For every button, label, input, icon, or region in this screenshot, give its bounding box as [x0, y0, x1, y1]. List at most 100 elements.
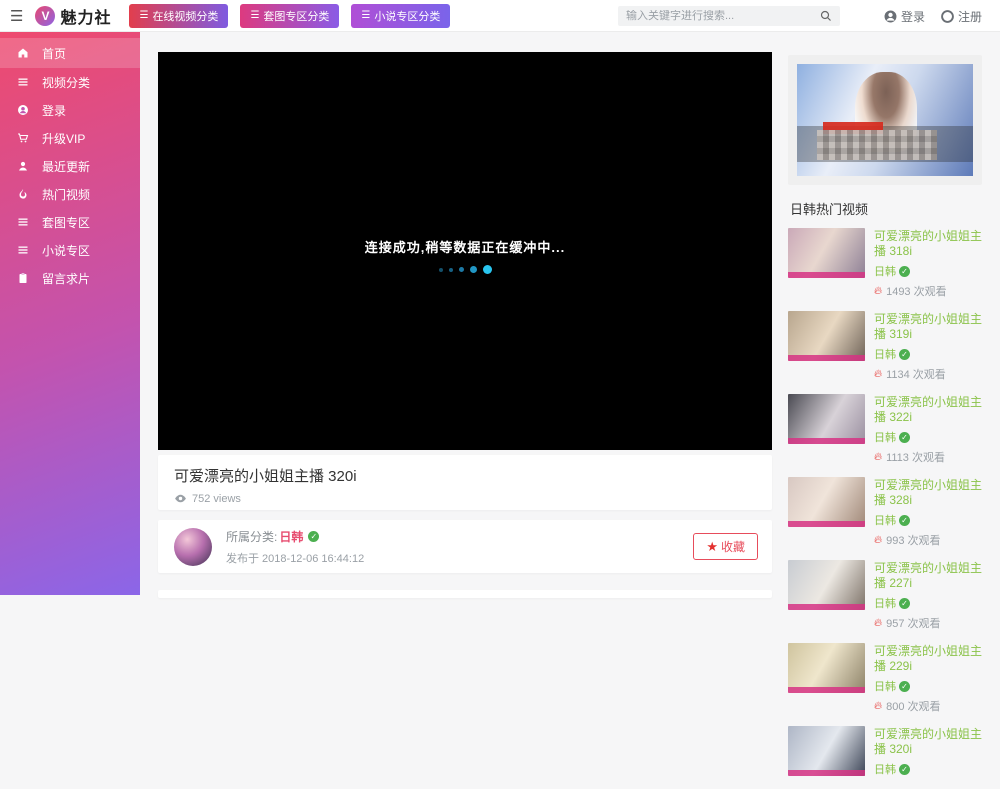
photo-zone-category-button[interactable]: ☰ 套图专区分类	[240, 4, 339, 28]
menu-icon: ☰	[250, 10, 259, 21]
right-sidebar: 日韩热门视频 可爱漂亮的小姐姐主播 318i 日韩✓ 🔥︎1493 次观看 可爱…	[788, 55, 982, 789]
sidebar-item-home[interactable]: 首页	[0, 38, 140, 68]
cart-icon	[16, 131, 30, 145]
hot-video-title[interactable]: 可爱漂亮的小姐姐主播 328i	[874, 478, 982, 508]
video-thumbnail[interactable]	[788, 228, 865, 278]
hamburger-icon[interactable]: ☰	[10, 7, 23, 25]
search-input[interactable]	[618, 10, 820, 22]
sidebar-nav: 首页 视频分类 登录 升级VIP 最近更新 热门视频 套图专区	[0, 32, 140, 595]
video-views: 752 views	[174, 492, 756, 505]
ad-image	[797, 64, 973, 176]
hot-video-views: 1134 次观看	[886, 366, 946, 382]
sidebar-item-label: 视频分类	[42, 74, 90, 91]
loading-message: 连接成功,稍等数据正在缓冲中...	[158, 237, 772, 256]
nav-button-label: 套图专区分类	[263, 8, 329, 24]
video-thumbnail[interactable]	[788, 394, 865, 444]
hot-video-item[interactable]: 可爱漂亮的小姐姐主播 328i 日韩✓ 🔥︎993 次观看	[788, 477, 982, 548]
video-thumbnail[interactable]	[788, 311, 865, 361]
video-info-card: 可爱漂亮的小姐姐主播 320i 752 views	[158, 455, 772, 510]
login-link[interactable]: 登录	[884, 8, 925, 25]
sidebar-item-upgrade-vip[interactable]: 升级VIP	[0, 124, 140, 152]
sidebar-item-recent-updates[interactable]: 最近更新	[0, 152, 140, 180]
flame-icon: 🔥︎	[874, 535, 882, 546]
sidebar-item-login[interactable]: 登录	[0, 96, 140, 124]
sidebar-item-video-categories[interactable]: 视频分类	[0, 68, 140, 96]
hot-video-item[interactable]: 可爱漂亮的小姐姐主播 319i 日韩✓ 🔥︎1134 次观看	[788, 311, 982, 382]
hot-video-title[interactable]: 可爱漂亮的小姐姐主播 322i	[874, 395, 982, 425]
video-thumbnail[interactable]	[788, 477, 865, 527]
sidebar-item-label: 留言求片	[42, 270, 90, 287]
sidebar-item-label: 小说专区	[42, 242, 90, 259]
hot-video-category: 日韩	[874, 595, 896, 611]
hot-video-title[interactable]: 可爱漂亮的小姐姐主播 229i	[874, 644, 982, 674]
star-icon: ★	[706, 539, 718, 555]
hot-video-item[interactable]: 可爱漂亮的小姐姐主播 318i 日韩✓ 🔥︎1493 次观看	[788, 228, 982, 299]
register-link[interactable]: 注册	[941, 8, 982, 25]
sidebar-item-hot-videos[interactable]: 热门视频	[0, 180, 140, 208]
video-thumbnail[interactable]	[788, 726, 865, 776]
uploader-avatar[interactable]	[174, 528, 212, 566]
user-icon	[16, 103, 30, 117]
sidebar-item-message-request[interactable]: 留言求片	[0, 264, 140, 292]
hot-video-views: 957 次观看	[886, 615, 940, 631]
person-icon	[16, 159, 30, 173]
flame-icon: 🔥︎	[874, 369, 882, 380]
main-content: 连接成功,稍等数据正在缓冲中... 可爱漂亮的小姐姐主播 320i 752 vi…	[158, 52, 772, 598]
hot-video-item[interactable]: 可爱漂亮的小姐姐主播 229i 日韩✓ 🔥︎800 次观看	[788, 643, 982, 714]
category-nav: ☰ 在线视频分类 ☰ 套图专区分类 ☰ 小说专区分类	[129, 4, 450, 28]
video-thumbnail[interactable]	[788, 560, 865, 610]
hot-video-views: 800 次观看	[886, 698, 940, 714]
sidebar-item-label: 升级VIP	[42, 130, 85, 147]
search-bar	[618, 6, 840, 26]
list-icon	[16, 75, 30, 89]
sidebar-item-novel-zone[interactable]: 小说专区	[0, 236, 140, 264]
clipboard-icon	[16, 271, 30, 285]
search-icon[interactable]	[820, 10, 832, 22]
favorite-label: 收藏	[721, 538, 745, 555]
hot-video-title[interactable]: 可爱漂亮的小姐姐主播 319i	[874, 312, 982, 342]
hot-video-title[interactable]: 可爱漂亮的小姐姐主播 318i	[874, 229, 982, 259]
category-value[interactable]: 日韩	[279, 528, 303, 545]
logo-badge: V	[35, 6, 55, 26]
flame-icon: 🔥︎	[874, 452, 882, 463]
hot-video-title[interactable]: 可爱漂亮的小姐姐主播 320i	[874, 727, 982, 757]
novel-zone-category-button[interactable]: ☰ 小说专区分类	[351, 4, 450, 28]
favorite-button[interactable]: ★ 收藏	[693, 533, 758, 560]
meta-text: 所属分类: 日韩 ✓ 发布于 2018-12-06 16:44:12	[226, 528, 364, 566]
next-section-card	[158, 590, 772, 598]
hot-video-title[interactable]: 可爱漂亮的小姐姐主播 227i	[874, 561, 982, 591]
site-title: 魅力社	[60, 4, 111, 28]
hot-video-category: 日韩	[874, 263, 896, 279]
hot-video-category: 日韩	[874, 346, 896, 362]
login-label: 登录	[901, 8, 925, 25]
menu-icon: ☰	[361, 10, 370, 21]
sidebar-item-photo-zone[interactable]: 套图专区	[0, 208, 140, 236]
sidebar-item-label: 套图专区	[42, 214, 90, 231]
auth-links: 登录 注册	[884, 0, 982, 32]
list-icon	[16, 243, 30, 257]
video-thumbnail[interactable]	[788, 643, 865, 693]
check-badge-icon: ✓	[899, 681, 910, 692]
hot-video-item[interactable]: 可爱漂亮的小姐姐主播 320i 日韩✓	[788, 726, 982, 777]
hot-video-item[interactable]: 可爱漂亮的小姐姐主播 227i 日韩✓ 🔥︎ 957 次观看	[788, 560, 982, 631]
player-loading: 连接成功,稍等数据正在缓冲中...	[158, 237, 772, 274]
user-icon	[884, 10, 897, 23]
ad-banner[interactable]	[788, 55, 982, 185]
top-header: ☰ V 魅力社 ☰ 在线视频分类 ☰ 套图专区分类 ☰ 小说专区分类	[0, 0, 1000, 32]
register-label: 注册	[958, 8, 982, 25]
video-meta-card: 所属分类: 日韩 ✓ 发布于 2018-12-06 16:44:12 ★ 收藏	[158, 520, 772, 573]
flame-icon: 🔥︎	[874, 618, 882, 629]
check-badge-icon: ✓	[308, 531, 319, 542]
site-logo[interactable]: V 魅力社	[35, 4, 111, 28]
hot-video-views: 1113 次观看	[886, 449, 945, 465]
video-player[interactable]: 连接成功,稍等数据正在缓冲中...	[158, 52, 772, 450]
video-title: 可爱漂亮的小姐姐主播 320i	[174, 465, 756, 486]
list-icon	[16, 215, 30, 229]
online-video-category-button[interactable]: ☰ 在线视频分类	[129, 4, 228, 28]
check-badge-icon: ✓	[899, 598, 910, 609]
sidebar-item-label: 登录	[42, 102, 66, 119]
hot-video-item[interactable]: 可爱漂亮的小姐姐主播 322i 日韩✓ 🔥︎1113 次观看	[788, 394, 982, 465]
check-badge-icon: ✓	[899, 432, 910, 443]
nav-button-label: 在线视频分类	[152, 8, 218, 24]
hot-video-category: 日韩	[874, 512, 896, 528]
